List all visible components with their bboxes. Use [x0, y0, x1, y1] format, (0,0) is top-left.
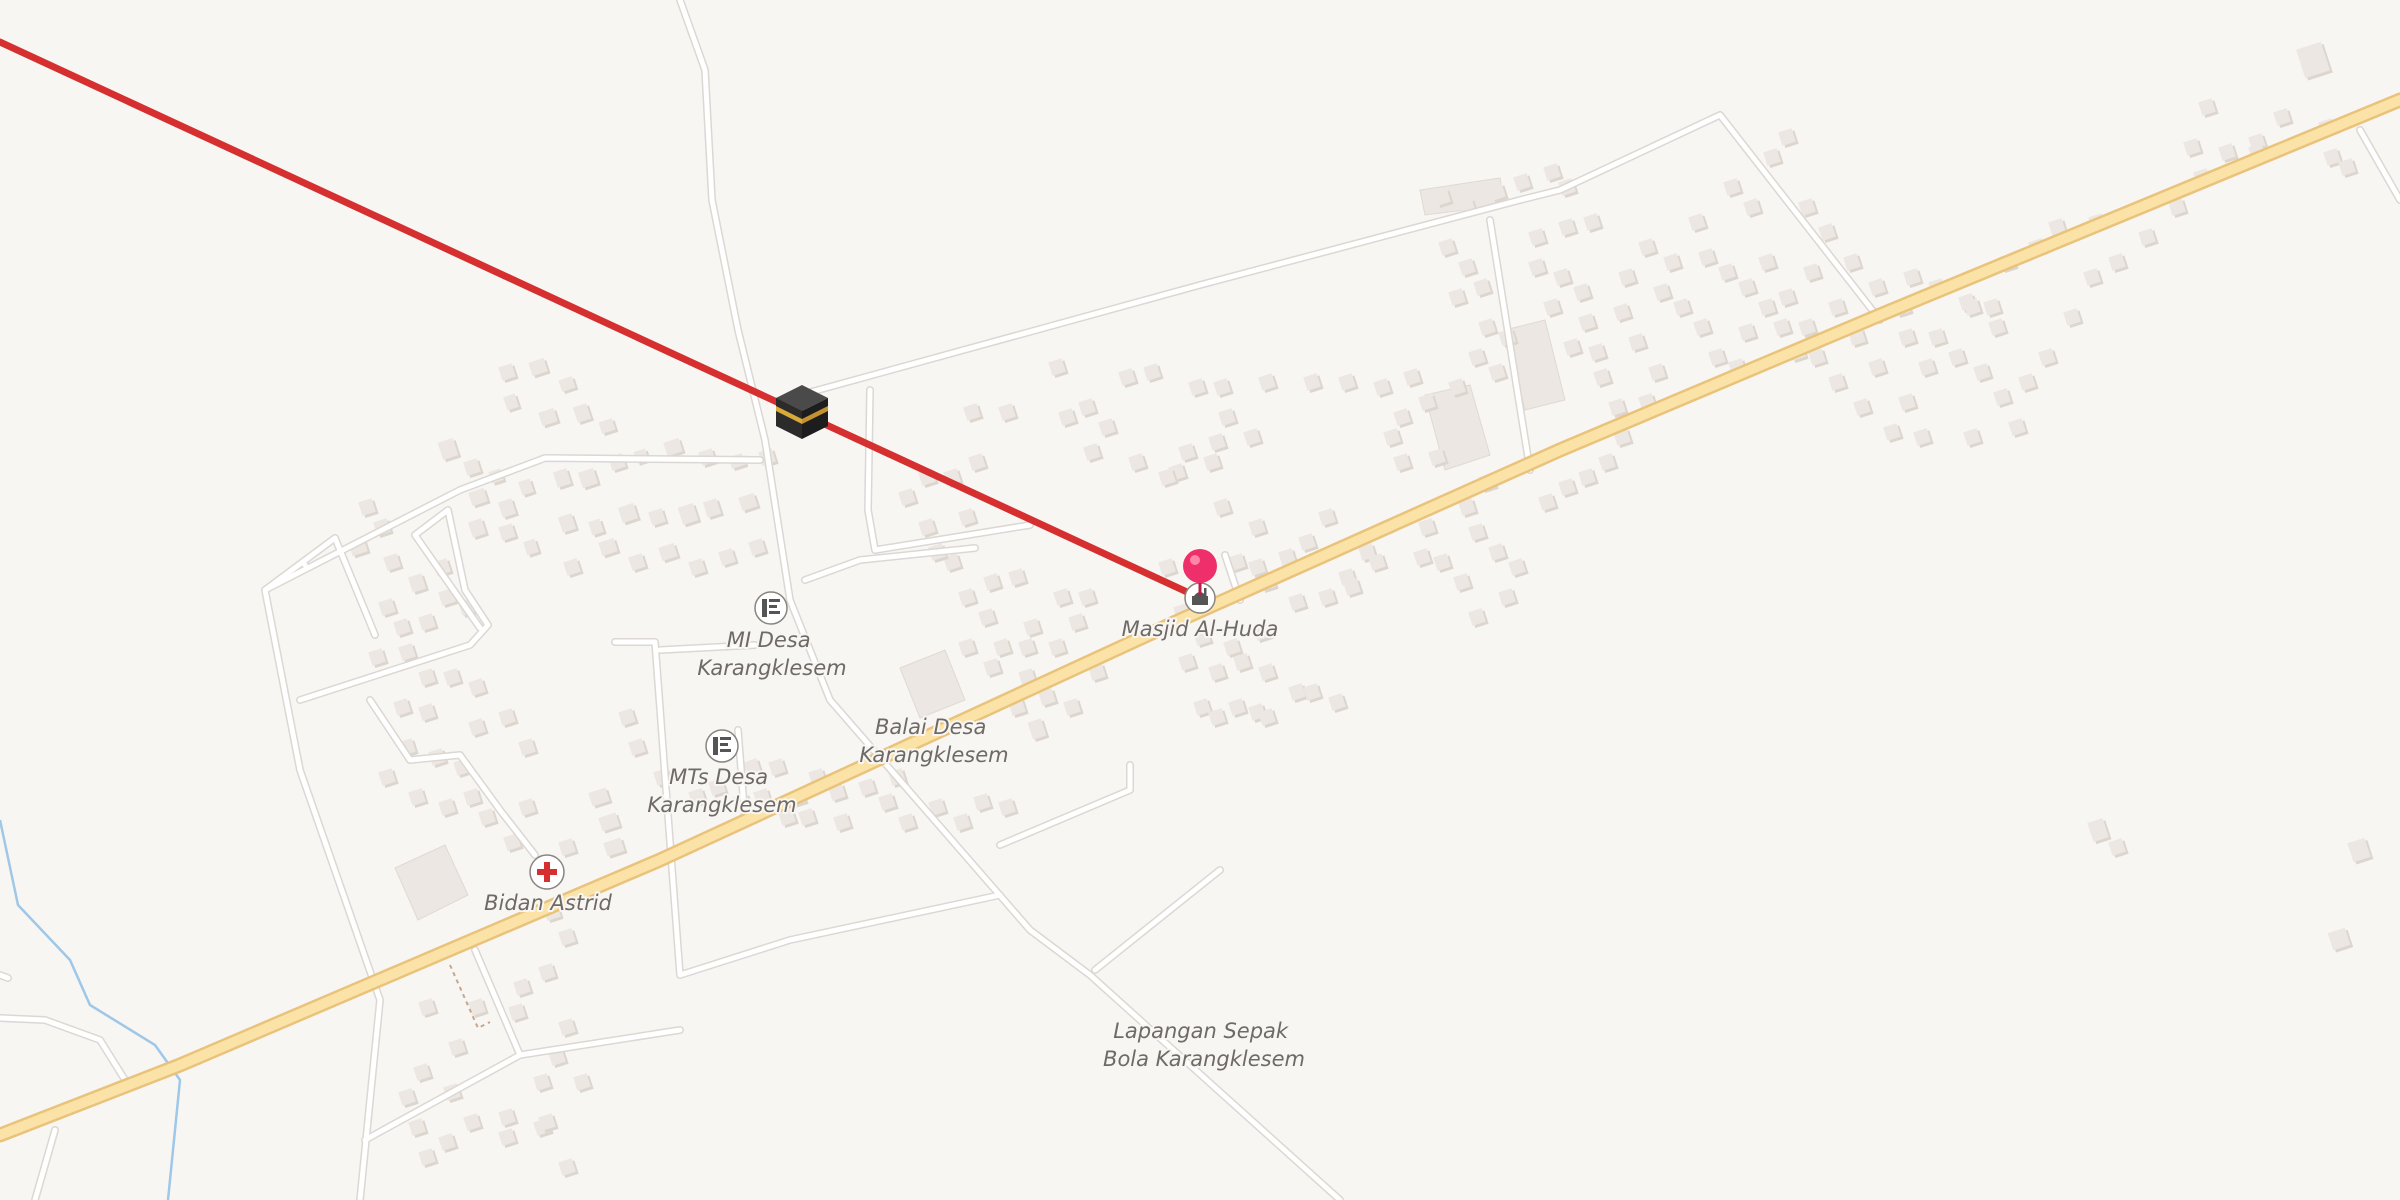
school-icon[interactable]: [754, 591, 788, 625]
map-canvas[interactable]: Masjid Al-Huda MI Desa Karangklesem MTs …: [0, 0, 2400, 1200]
school-icon[interactable]: [705, 729, 739, 763]
medical-cross-icon[interactable]: [529, 854, 565, 890]
poi-label-bidan-astrid: Bidan Astrid: [484, 891, 612, 915]
poi-label-masjid-al-huda: Masjid Al-Huda: [1122, 617, 1279, 641]
